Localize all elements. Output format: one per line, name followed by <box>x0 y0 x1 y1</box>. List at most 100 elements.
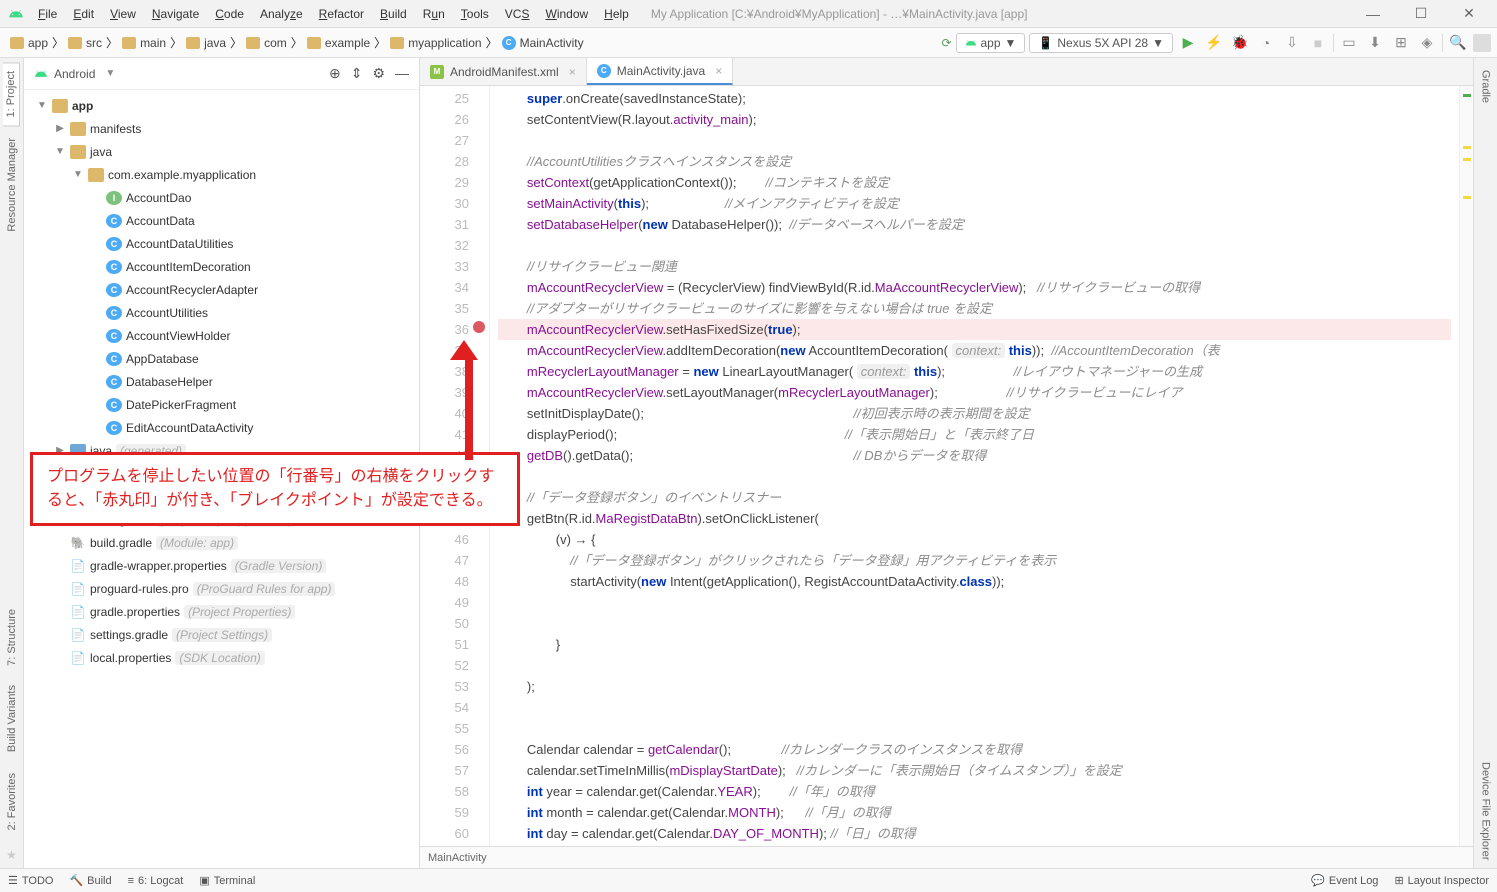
line-number[interactable]: 57 <box>424 760 469 781</box>
tree-item[interactable]: ▶manifests <box>24 117 419 140</box>
menu-navigate[interactable]: Navigate <box>146 5 205 23</box>
code-line[interactable]: setContentView(R.layout.activity_main); <box>498 109 1451 130</box>
line-number[interactable]: 28 <box>424 151 469 172</box>
code-line[interactable]: mAccountRecyclerView = (RecyclerView) fi… <box>498 277 1451 298</box>
menu-file[interactable]: File <box>32 5 63 23</box>
tab-build-variants[interactable]: Build Variants <box>4 677 20 760</box>
code-line[interactable]: } <box>498 634 1451 655</box>
line-number[interactable]: 60 <box>424 823 469 844</box>
menu-refactor[interactable]: Refactor <box>313 5 370 23</box>
line-number[interactable]: 46 <box>424 529 469 550</box>
code-line[interactable]: startActivity(new Intent(getApplication(… <box>498 571 1451 592</box>
code-line[interactable]: mAccountRecyclerView.setHasFixedSize(tru… <box>498 319 1451 340</box>
tree-item[interactable]: CAccountData <box>24 209 419 232</box>
expand-all-icon[interactable]: ⇕ <box>351 65 363 82</box>
profile-button[interactable]: ◔ <box>1255 32 1277 54</box>
code-line[interactable]: mRecyclerLayoutManager = new LinearLayou… <box>498 361 1451 382</box>
line-number[interactable]: 29 <box>424 172 469 193</box>
code-line[interactable]: setDatabaseHelper(new DatabaseHelper());… <box>498 214 1451 235</box>
breadcrumb-item[interactable]: CMainActivity <box>498 34 588 52</box>
breadcrumb-context[interactable]: MainActivity <box>428 852 487 864</box>
device-selector[interactable]: 📱 Nexus 5X API 28 ▼ <box>1029 33 1173 53</box>
close-tab-icon[interactable]: × <box>715 64 722 78</box>
line-number[interactable]: 47 <box>424 550 469 571</box>
breadcrumb-item[interactable]: java <box>182 34 230 52</box>
tree-item[interactable]: ▼app <box>24 94 419 117</box>
tree-item[interactable]: 🐘build.gradle(Module: app) <box>24 531 419 554</box>
tree-item[interactable]: 📄gradle.properties(Project Properties) <box>24 600 419 623</box>
tree-item[interactable]: 📄proguard-rules.pro(ProGuard Rules for a… <box>24 577 419 600</box>
code-line[interactable] <box>498 613 1451 634</box>
search-button[interactable]: 🔍 <box>1447 32 1469 54</box>
select-opened-icon[interactable]: ⊕ <box>329 65 341 82</box>
tab-device-file-explorer[interactable]: Device File Explorer <box>1478 754 1494 868</box>
sync-icon[interactable]: ⟳ <box>941 36 951 50</box>
code-line[interactable]: setInitDisplayDate(); //初回表示時の表示期間を設定 <box>498 403 1451 424</box>
line-number[interactable]: 48 <box>424 571 469 592</box>
breadcrumb-item[interactable]: myapplication <box>386 34 485 52</box>
tree-item[interactable]: 📄gradle-wrapper.properties(Gradle Versio… <box>24 554 419 577</box>
tab-gradle[interactable]: Gradle <box>1478 62 1494 111</box>
code-line[interactable]: getDB().getData(); // DBからデータを取得 <box>498 445 1451 466</box>
tree-item[interactable]: IAccountDao <box>24 186 419 209</box>
line-number[interactable]: 52 <box>424 655 469 676</box>
menu-help[interactable]: Help <box>598 5 635 23</box>
attach-debugger-button[interactable]: ⇩ <box>1281 32 1303 54</box>
code-line[interactable]: //AccountUtilitiesクラスへインスタンスを設定 <box>498 151 1451 172</box>
stop-button[interactable]: ■ <box>1307 32 1329 54</box>
tree-item[interactable]: CEditAccountDataActivity <box>24 416 419 439</box>
menu-edit[interactable]: Edit <box>67 5 100 23</box>
breadcrumb-item[interactable]: main <box>118 34 170 52</box>
code-line[interactable]: setMainActivity(this); //メインアクティビティを設定 <box>498 193 1451 214</box>
minimize-button[interactable]: — <box>1353 2 1393 26</box>
close-button[interactable]: ✕ <box>1449 2 1489 26</box>
apply-changes-button[interactable]: ⚡ <box>1203 32 1225 54</box>
menu-view[interactable]: View <box>104 5 142 23</box>
code-line[interactable] <box>498 235 1451 256</box>
menu-code[interactable]: Code <box>209 5 250 23</box>
line-number[interactable]: 25 <box>424 88 469 109</box>
code-line[interactable]: mAccountRecyclerView.addItemDecoration(n… <box>498 340 1451 361</box>
tree-item[interactable]: CAccountRecyclerAdapter <box>24 278 419 301</box>
line-number[interactable]: 51 <box>424 634 469 655</box>
breadcrumb-item[interactable]: src <box>64 34 106 52</box>
event-log-tab[interactable]: 💬 Event Log <box>1311 874 1378 887</box>
menu-vcs[interactable]: VCS <box>499 5 536 23</box>
line-number[interactable]: 35 <box>424 298 469 319</box>
code-line[interactable]: setContext(getApplicationContext()); //コ… <box>498 172 1451 193</box>
avd-manager-button[interactable]: ▭ <box>1338 32 1360 54</box>
code-line[interactable] <box>498 130 1451 151</box>
breadcrumb-item[interactable]: app <box>6 34 52 52</box>
resource-manager-button[interactable]: ◈ <box>1416 32 1438 54</box>
code-content[interactable]: super.onCreate(savedInstanceState); setC… <box>490 86 1459 846</box>
menu-window[interactable]: Window <box>539 5 594 23</box>
line-number[interactable]: 33 <box>424 256 469 277</box>
tree-item[interactable]: CAccountViewHolder <box>24 324 419 347</box>
line-number[interactable]: 34 <box>424 277 469 298</box>
tree-item[interactable]: 📄settings.gradle(Project Settings) <box>24 623 419 646</box>
tab-project[interactable]: 1: Project <box>3 62 20 126</box>
code-line[interactable]: //リサイクラービュー関連 <box>498 256 1451 277</box>
line-number[interactable]: 56 <box>424 739 469 760</box>
code-line[interactable] <box>498 697 1451 718</box>
layout-inspector-button[interactable]: ⊞ <box>1390 32 1412 54</box>
line-number[interactable]: 59 <box>424 802 469 823</box>
code-line[interactable]: int month = calendar.get(Calendar.MONTH)… <box>498 802 1451 823</box>
code-line[interactable]: //アダプターがリサイクラービューのサイズに影響を与えない場合は true を設… <box>498 298 1451 319</box>
code-line[interactable]: (v) → { <box>498 529 1451 550</box>
line-number[interactable]: 36 <box>424 319 469 340</box>
build-tab[interactable]: 🔨 Build <box>69 874 111 887</box>
terminal-tab[interactable]: ▣ Terminal <box>199 874 255 887</box>
tree-item[interactable]: CAccountDataUtilities <box>24 232 419 255</box>
line-number[interactable]: 50 <box>424 613 469 634</box>
line-number[interactable]: 55 <box>424 718 469 739</box>
editor-tab[interactable]: CMainActivity.java× <box>587 58 734 85</box>
menu-analyze[interactable]: Analyze <box>254 5 309 23</box>
tree-item[interactable]: CDatePickerFragment <box>24 393 419 416</box>
code-line[interactable]: mAccountRecyclerView.setLayoutManager(mR… <box>498 382 1451 403</box>
menu-tools[interactable]: Tools <box>455 5 495 23</box>
tab-favorites[interactable]: 2: Favorites <box>4 765 20 838</box>
line-number[interactable]: 58 <box>424 781 469 802</box>
breadcrumb-item[interactable]: example <box>303 34 374 52</box>
line-number[interactable]: 53 <box>424 676 469 697</box>
